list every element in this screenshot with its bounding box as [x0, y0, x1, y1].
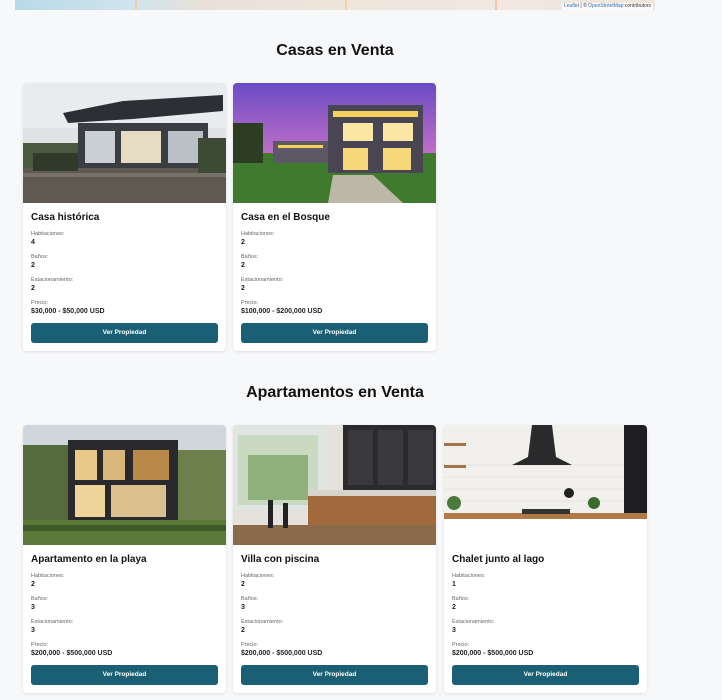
property-card: Apartamento en la playa Habitaciones: 2 …: [23, 425, 226, 693]
rooms-label: Habitaciones:: [241, 231, 275, 237]
baths-label: Baños:: [31, 254, 49, 260]
parking-value: 2: [241, 627, 245, 634]
view-property-button[interactable]: Ver Propiedad: [241, 323, 428, 343]
rooms-value: 2: [31, 581, 35, 588]
rooms-label: Habitaciones:: [241, 573, 275, 579]
property-photo[interactable]: [444, 425, 647, 545]
section-title-apartments: Apartamentos en Venta: [246, 384, 424, 401]
property-photo[interactable]: [233, 425, 436, 545]
map-road: [345, 0, 347, 10]
property-name: Casa histórica: [31, 212, 100, 223]
property-name: Villa con piscina: [241, 554, 320, 565]
view-property-button[interactable]: Ver Propiedad: [241, 665, 428, 685]
osm-link[interactable]: OpenStreetMap: [588, 3, 623, 9]
baths-label: Baños:: [241, 596, 259, 602]
price-value: $30,000 - $50,000 USD: [31, 308, 105, 315]
baths-value: 2: [241, 262, 245, 269]
baths-value: 3: [241, 604, 245, 611]
rooms-label: Habitaciones:: [452, 573, 486, 579]
property-name: Chalet junto al lago: [452, 554, 545, 565]
leaflet-link[interactable]: Leaflet: [564, 3, 579, 9]
property-card: Casa histórica Habitaciones: 4 Baños: 2 …: [23, 83, 226, 351]
map-attribution: Leaflet | © OpenStreetMap contributors: [562, 3, 653, 10]
price-value: $100,000 - $200,000 USD: [241, 308, 323, 315]
price-label: Precio:: [31, 300, 49, 306]
price-label: Precio:: [241, 300, 259, 306]
parking-value: 2: [31, 285, 35, 292]
price-label: Precio:: [31, 642, 49, 648]
price-label: Precio:: [241, 642, 259, 648]
rooms-label: Habitaciones:: [31, 573, 65, 579]
baths-label: Baños:: [31, 596, 49, 602]
property-card: Casa en el Bosque Habitaciones: 2 Baños:…: [233, 83, 436, 351]
view-property-button[interactable]: Ver Propiedad: [31, 665, 218, 685]
section-title-houses: Casas en Venta: [276, 42, 394, 59]
price-label: Precio:: [452, 642, 470, 648]
rooms-value: 4: [31, 239, 35, 246]
view-property-button[interactable]: Ver Propiedad: [31, 323, 218, 343]
property-name: Casa en el Bosque: [241, 212, 330, 223]
parking-label: Estacionamiento:: [31, 619, 74, 625]
baths-value: 2: [31, 262, 35, 269]
property-photo[interactable]: [233, 83, 436, 203]
rooms-value: 2: [241, 581, 245, 588]
baths-value: 3: [31, 604, 35, 611]
rooms-value: 2: [241, 239, 245, 246]
baths-label: Baños:: [452, 596, 470, 602]
parking-value: 2: [241, 285, 245, 292]
rooms-value: 1: [452, 581, 456, 588]
view-property-button[interactable]: Ver Propiedad: [452, 665, 639, 685]
parking-value: 3: [31, 627, 35, 634]
parking-label: Estacionamiento:: [241, 619, 284, 625]
map[interactable]: Leaflet | © OpenStreetMap contributors: [15, 0, 655, 10]
parking-label: Estacionamiento:: [31, 277, 74, 283]
map-road: [495, 0, 497, 10]
map-road: [135, 0, 137, 10]
parking-label: Estacionamiento:: [452, 619, 495, 625]
parking-label: Estacionamiento:: [241, 277, 284, 283]
price-value: $200,000 - $500,000 USD: [452, 650, 534, 657]
property-name: Apartamento en la playa: [31, 554, 147, 565]
price-value: $200,000 - $500,000 USD: [31, 650, 113, 657]
property-card: Villa con piscina Habitaciones: 2 Baños:…: [233, 425, 436, 693]
property-photo[interactable]: [23, 83, 226, 203]
price-value: $200,000 - $500,000 USD: [241, 650, 323, 657]
property-photo[interactable]: [23, 425, 226, 545]
rooms-label: Habitaciones:: [31, 231, 65, 237]
property-card: Chalet junto al lago Habitaciones: 1 Bañ…: [444, 425, 647, 693]
parking-value: 3: [452, 627, 456, 634]
baths-value: 2: [452, 604, 456, 611]
baths-label: Baños:: [241, 254, 259, 260]
